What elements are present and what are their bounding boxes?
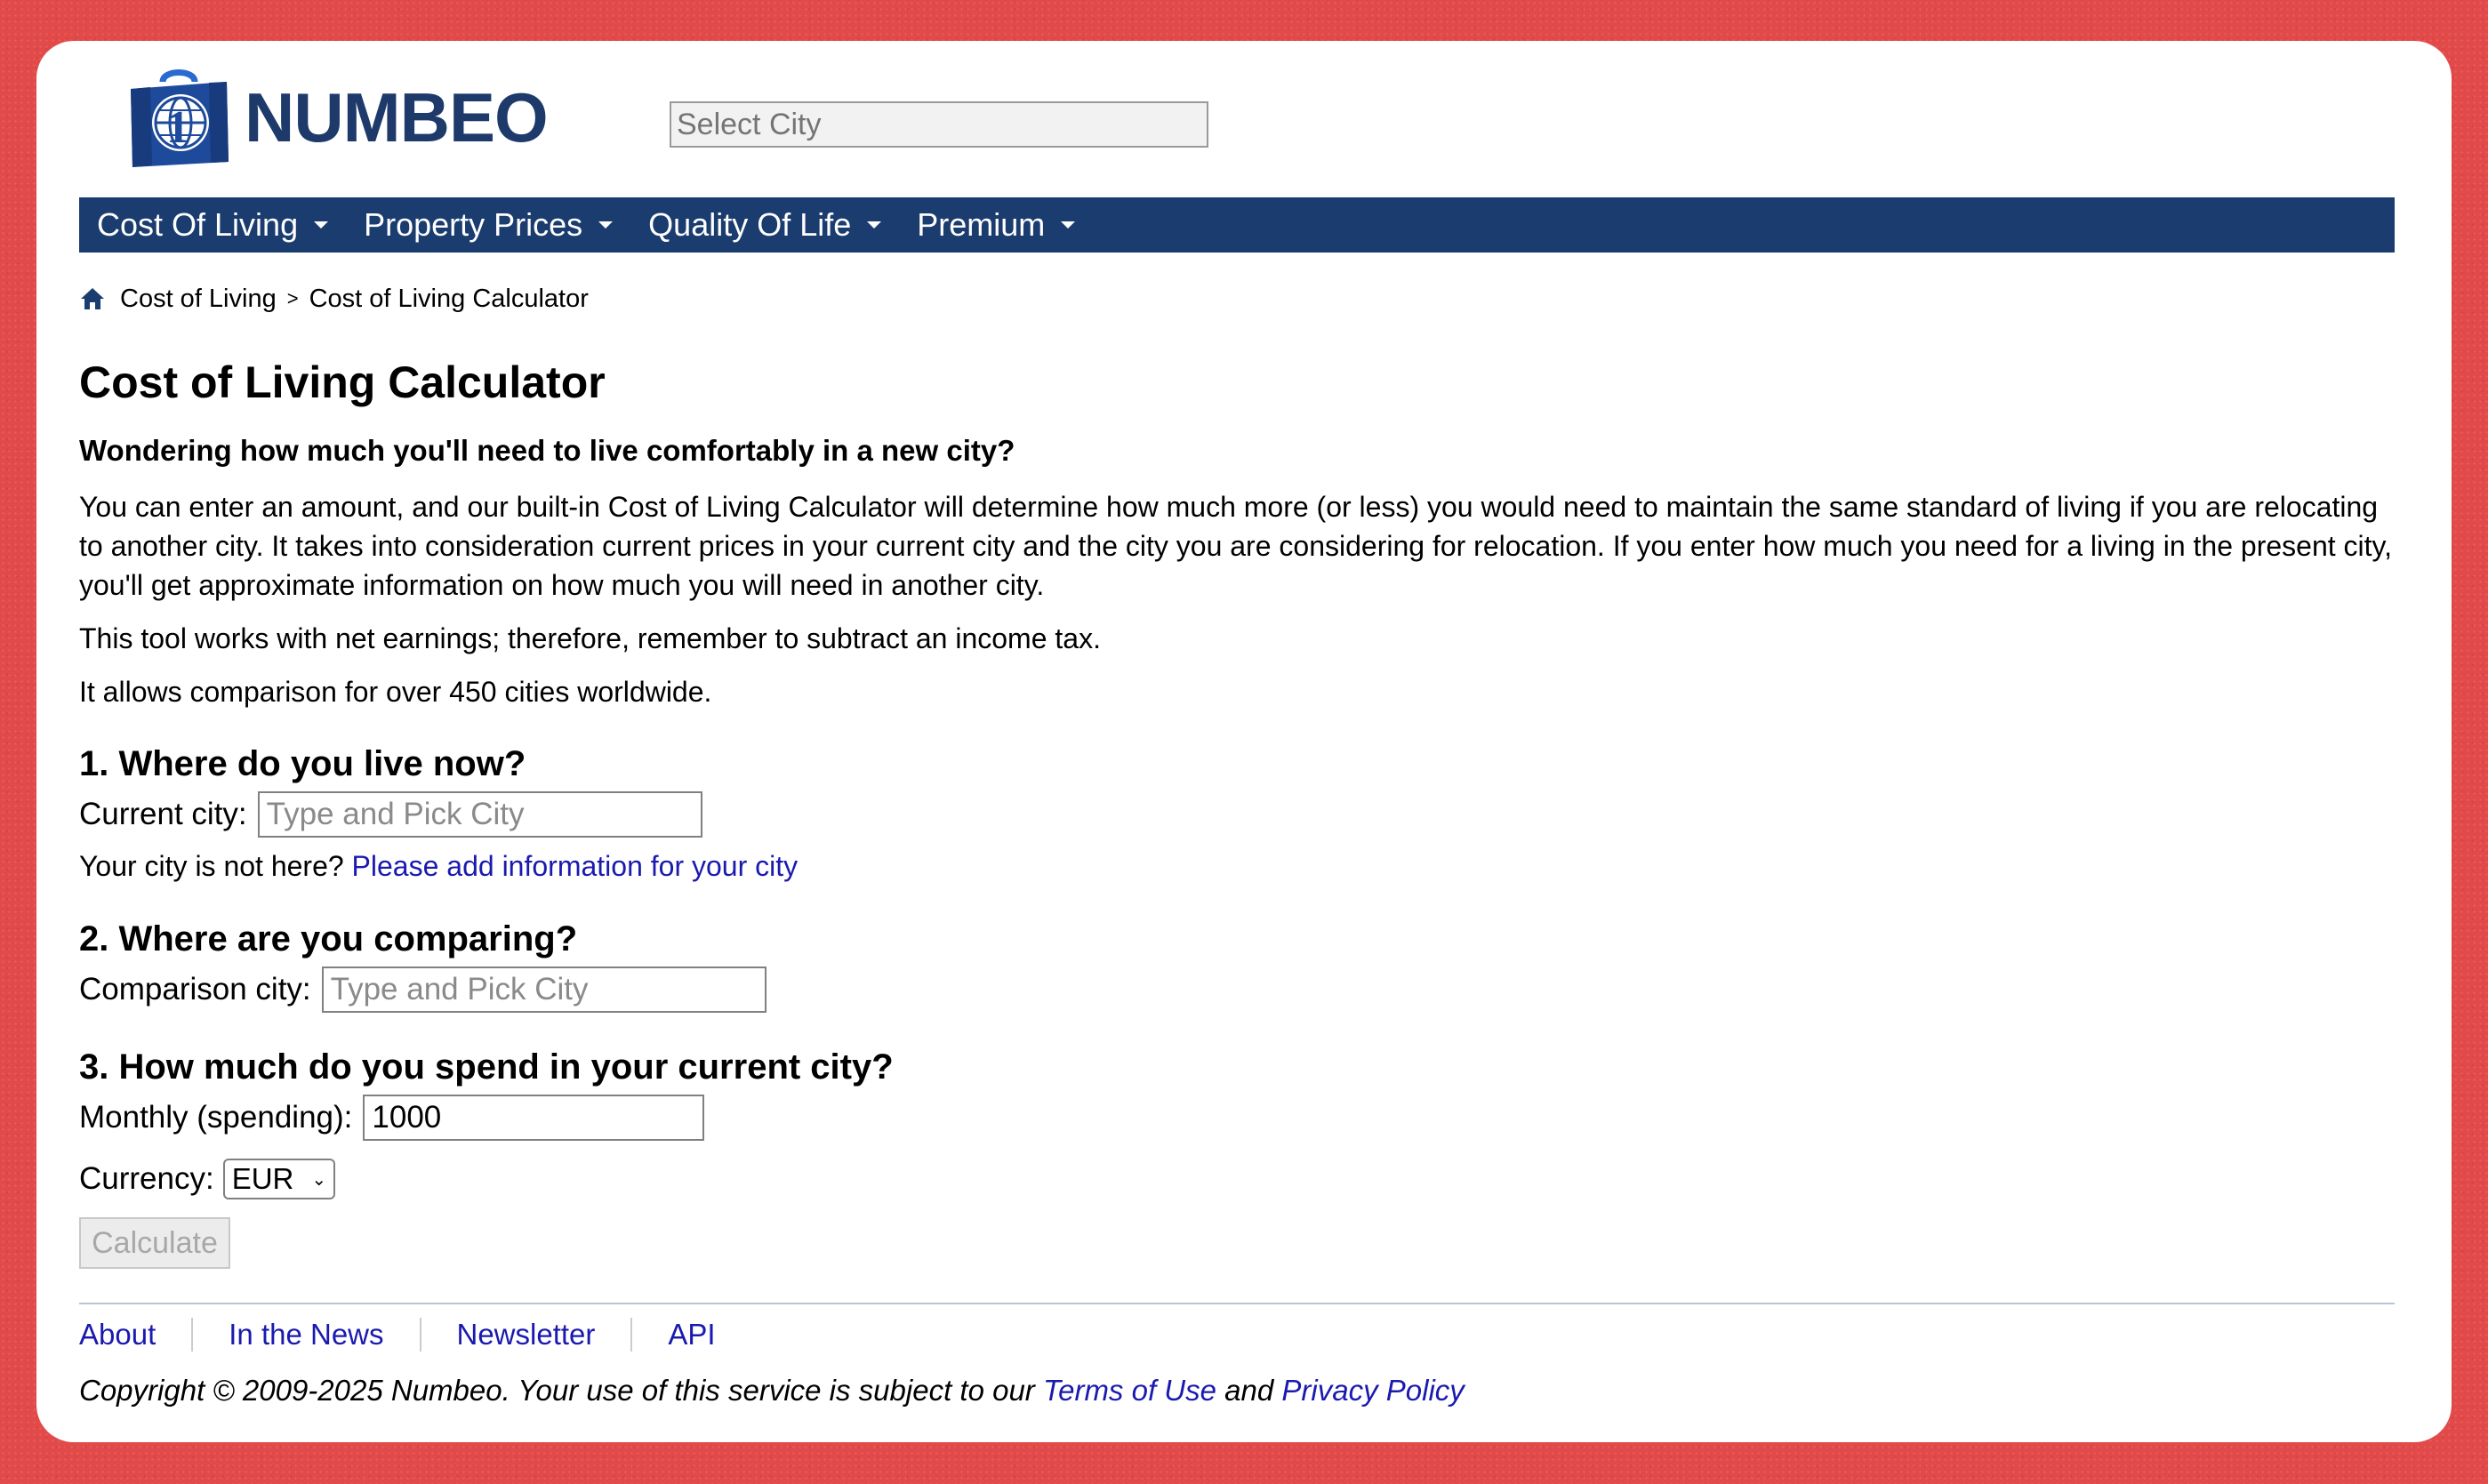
caret-down-icon: [314, 221, 329, 229]
currency-value: EUR: [231, 1162, 294, 1195]
nav-label: Premium: [917, 206, 1046, 243]
breadcrumb-cost-of-living[interactable]: Cost of Living: [120, 285, 277, 314]
monthly-spending-label: Monthly (spending):: [79, 1100, 353, 1135]
numbeo-logo[interactable]: 1 NUMBEO: [124, 62, 549, 172]
terms-of-use-link[interactable]: Terms of Use: [1043, 1374, 1216, 1407]
cities-count-note: It allows comparison for over 450 cities…: [79, 676, 712, 708]
comparison-city-input[interactable]: [321, 967, 766, 1013]
nav-property-prices[interactable]: Property Prices: [346, 197, 630, 253]
select-city-input[interactable]: [670, 101, 1208, 148]
breadcrumb-current: Cost of Living Calculator: [309, 284, 589, 313]
lead-question: Wondering how much you'll need to live c…: [79, 434, 1015, 467]
copyright-notice: Copyright © 2009-2025 Numbeo. Your use o…: [79, 1374, 2395, 1408]
net-earnings-note: This tool works with net earnings; there…: [79, 622, 1101, 654]
main-nav: Cost Of Living Property Prices Quality O…: [79, 197, 2395, 253]
footer-link-news[interactable]: In the News: [191, 1318, 419, 1352]
top-bar: 1 NUMBEO: [79, 41, 2452, 197]
currency-select[interactable]: EUR ⌄: [222, 1159, 336, 1199]
current-city-input[interactable]: [257, 791, 702, 838]
logo-text: NUMBEO: [245, 77, 549, 156]
nav-label: Quality Of Life: [648, 206, 852, 243]
caret-down-icon: [867, 221, 882, 229]
globe-suitcase-icon: 1: [124, 62, 234, 172]
page-card: 1 NUMBEO Cost Of Living Property Prices …: [36, 41, 2452, 1442]
breadcrumb: Cost of Living > Cost of Living Calculat…: [79, 281, 2395, 317]
city-not-here-note: Your city is not here? Please add inform…: [79, 850, 2395, 883]
comparison-city-row: Comparison city:: [79, 967, 2395, 1013]
and-text: and: [1224, 1374, 1274, 1407]
nav-premium[interactable]: Premium: [899, 197, 1093, 253]
caret-down-icon: [1061, 221, 1076, 229]
step3-heading: 3. How much do you spend in your current…: [79, 1047, 894, 1087]
current-city-row: Current city:: [79, 791, 2395, 838]
footer-link-newsletter[interactable]: Newsletter: [419, 1318, 631, 1352]
comparison-city-label: Comparison city:: [79, 972, 311, 1007]
calculate-button[interactable]: Calculate: [79, 1217, 230, 1269]
monthly-spending-input[interactable]: [363, 1095, 705, 1141]
current-city-label: Current city:: [79, 797, 247, 831]
city-not-here-text: Your city is not here?: [79, 850, 344, 882]
home-icon[interactable]: [79, 285, 106, 312]
main-content: Cost of Living > Cost of Living Calculat…: [79, 253, 2395, 1408]
page-title: Cost of Living Calculator: [79, 357, 606, 407]
breadcrumb-separator: >: [286, 287, 299, 309]
caret-down-icon: [598, 221, 614, 229]
chevron-down-icon: ⌄: [311, 1169, 327, 1190]
nav-quality-of-life[interactable]: Quality Of Life: [630, 197, 899, 253]
copyright-text: Copyright © 2009-2025 Numbeo. Your use o…: [79, 1374, 1035, 1407]
step1-heading: 1. Where do you live now?: [79, 744, 526, 783]
currency-row: Currency: EUR ⌄: [79, 1159, 2395, 1199]
svg-text:1: 1: [166, 102, 189, 153]
monthly-spending-row: Monthly (spending):: [79, 1095, 2395, 1141]
footer-links: About In the News Newsletter API: [79, 1317, 2395, 1352]
currency-label: Currency:: [79, 1161, 214, 1196]
nav-label: Property Prices: [364, 206, 583, 243]
footer-link-about[interactable]: About: [79, 1318, 191, 1352]
step2-heading: 2. Where are you comparing?: [79, 919, 578, 959]
add-city-info-link[interactable]: Please add information for your city: [352, 850, 799, 882]
privacy-policy-link[interactable]: Privacy Policy: [1281, 1374, 1464, 1407]
nav-label: Cost Of Living: [97, 206, 299, 243]
nav-cost-of-living[interactable]: Cost Of Living: [79, 197, 346, 253]
intro-paragraph: You can enter an amount, and our built-i…: [79, 491, 2393, 601]
footer-divider: [79, 1303, 2395, 1304]
footer-link-api[interactable]: API: [630, 1318, 750, 1352]
